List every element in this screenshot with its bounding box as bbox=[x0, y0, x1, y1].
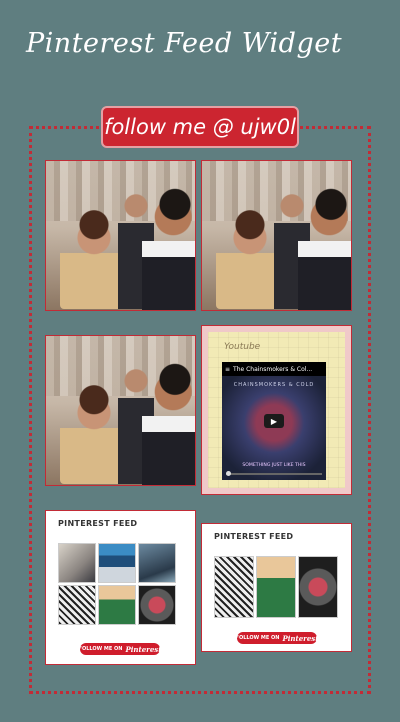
feed-image[interactable] bbox=[298, 556, 338, 618]
follow-button-label: FOLLOW ME ON bbox=[235, 635, 280, 641]
photo-person bbox=[142, 187, 195, 310]
thumbnail-subtitle: SOMETHING JUST LIKE THIS bbox=[242, 463, 306, 468]
follow-me-banner[interactable]: follow me @ ujw0l bbox=[101, 106, 299, 148]
pin-photo-1[interactable] bbox=[45, 160, 196, 311]
youtube-player[interactable]: ≡ The Chainsmokers & Col... CHAINSMOKERS… bbox=[222, 362, 326, 480]
follow-on-pinterest-button[interactable]: FOLLOW ME ON Pinterest bbox=[235, 632, 319, 644]
feed-image[interactable] bbox=[214, 556, 254, 618]
photo-person bbox=[142, 362, 195, 485]
pinterest-feed-widget-compact[interactable]: PINTEREST FEED FOLLOW ME ON Pinterest bbox=[201, 523, 352, 652]
feed-image[interactable] bbox=[58, 585, 96, 625]
video-title-bar: ≡ The Chainsmokers & Col... bbox=[222, 362, 326, 376]
youtube-label: Youtube bbox=[224, 342, 261, 352]
feed-grid bbox=[58, 543, 176, 625]
youtube-pin[interactable]: Youtube ≡ The Chainsmokers & Col... CHAI… bbox=[201, 325, 352, 495]
feed-image[interactable] bbox=[256, 556, 296, 618]
feed-grid bbox=[214, 556, 338, 618]
play-icon[interactable]: ▶ bbox=[264, 414, 284, 428]
pinterest-logo: Pinterest bbox=[282, 633, 319, 643]
video-title: The Chainsmokers & Col... bbox=[233, 365, 313, 373]
pin-photo-3[interactable] bbox=[45, 335, 196, 486]
feed-title: PINTEREST FEED bbox=[58, 519, 138, 528]
video-progress-bar[interactable] bbox=[226, 471, 322, 476]
feed-title: PINTEREST FEED bbox=[214, 532, 294, 541]
follow-on-pinterest-button[interactable]: FOLLOW ME ON Pinterest bbox=[78, 643, 162, 655]
feed-image[interactable] bbox=[58, 543, 96, 583]
page-title: Pinterest Feed Widget bbox=[26, 28, 343, 59]
follow-button-label: FOLLOW ME ON bbox=[78, 646, 123, 652]
thumbnail-title: CHAINSMOKERS & COLD bbox=[233, 382, 315, 388]
photo-person bbox=[298, 187, 351, 310]
feed-image[interactable] bbox=[98, 543, 136, 583]
video-thumbnail: CHAINSMOKERS & COLD SOMETHING JUST LIKE … bbox=[222, 376, 326, 480]
pinterest-feed-widget[interactable]: PINTEREST FEED FOLLOW ME ON Pinterest bbox=[45, 510, 196, 665]
playlist-icon: ≡ bbox=[225, 365, 231, 373]
pinterest-logo: Pinterest bbox=[125, 644, 162, 654]
pin-photo-2[interactable] bbox=[201, 160, 352, 311]
progress-handle[interactable] bbox=[226, 471, 231, 476]
youtube-card: Youtube ≡ The Chainsmokers & Col... CHAI… bbox=[208, 332, 345, 488]
feed-image[interactable] bbox=[98, 585, 136, 625]
feed-image[interactable] bbox=[138, 585, 176, 625]
feed-image[interactable] bbox=[138, 543, 176, 583]
